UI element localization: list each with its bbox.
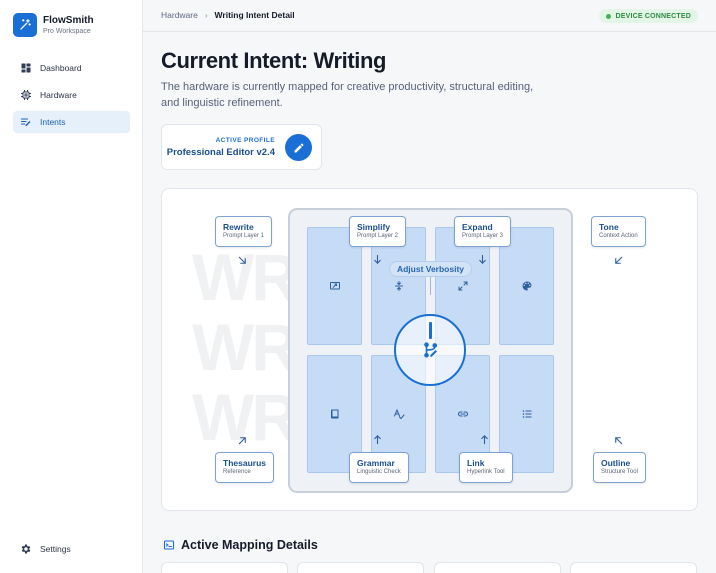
wand-icon: [13, 13, 37, 37]
terminal-icon: [163, 540, 175, 550]
mapping-card[interactable]: [297, 562, 424, 573]
brand-name: FlowSmith: [43, 14, 94, 26]
sidebar-item-label: Settings: [40, 544, 71, 554]
page-title: Current Intent: Writing: [161, 48, 387, 73]
status-label: DEVICE CONNECTED: [615, 12, 691, 20]
sidebar-item-intents[interactable]: Intents: [13, 111, 130, 133]
sidebar-item-dashboard[interactable]: Dashboard: [13, 57, 130, 79]
label-rewrite: Rewrite Prompt Layer 1: [215, 216, 273, 247]
sidebar-item-label: Dashboard: [40, 63, 82, 73]
page-description: The hardware is currently mapped for cre…: [161, 81, 534, 109]
arrow-up-right-icon: [238, 437, 246, 445]
sidebar: FlowSmith Pro Workspace Dashboard Hardwa…: [0, 0, 143, 573]
expand-icon: [458, 281, 467, 291]
verbosity-dial[interactable]: [394, 314, 466, 386]
brand[interactable]: FlowSmith Pro Workspace: [13, 13, 94, 37]
gear-icon: [21, 544, 31, 554]
label-tone: Tone Context Action: [591, 216, 646, 247]
arrow-up-icon: [374, 435, 381, 445]
profile-name: Professional Editor v2.4: [166, 147, 275, 158]
edit-profile-button[interactable]: [285, 134, 312, 161]
arrow-up-left-icon: [615, 437, 623, 445]
breadcrumb-separator: ›: [204, 10, 208, 20]
sidebar-item-settings[interactable]: Settings: [13, 538, 130, 560]
brand-subtitle: Pro Workspace: [43, 27, 91, 35]
watermark-text: WR: [192, 310, 299, 384]
breadcrumb-current: Writing Intent Detail: [214, 10, 295, 20]
mapping-card[interactable]: [570, 562, 697, 573]
device-panel: WR WR WR Adjust Verbosity Rewrite Prompt…: [161, 188, 698, 511]
dial-indicator: [429, 322, 432, 339]
label-expand: Expand Prompt Layer 3: [454, 216, 512, 247]
mapping-title-text: Active Mapping Details: [181, 538, 318, 552]
branch-edit-icon: [424, 342, 438, 358]
mapping-card[interactable]: [161, 562, 288, 573]
intents-icon: [20, 118, 31, 126]
status-dot: [606, 13, 612, 19]
arrow-up-icon: [481, 435, 488, 445]
format-line-spacing-icon: [394, 281, 403, 291]
pencil-icon: [294, 143, 303, 152]
list-icon: [522, 410, 531, 418]
book-icon: [330, 409, 338, 419]
mapping-section-title: Active Mapping Details: [163, 538, 318, 552]
label-simplify: Simplify Prompt Layer 2: [349, 216, 407, 247]
sidebar-item-hardware[interactable]: Hardware: [13, 84, 130, 106]
status-badge: DEVICE CONNECTED: [599, 9, 698, 23]
sidebar-nav: Dashboard Hardware Intents: [13, 57, 130, 138]
breadcrumb: Hardware › Writing Intent Detail: [161, 10, 295, 20]
dial-connector: [430, 277, 431, 295]
screen-share-icon: [329, 282, 340, 290]
arrow-down-left-icon: [615, 256, 623, 264]
active-profile-card: ACTIVE PROFILE Professional Editor v2.4: [161, 124, 322, 170]
sidebar-item-label: Intents: [40, 117, 66, 127]
label-link: Link Hyperlink Tool: [459, 452, 513, 483]
top-bar: Hardware › Writing Intent Detail DEVICE …: [143, 0, 716, 32]
arrow-down-icon: [479, 254, 486, 264]
label-grammar: Grammar Linguistic Check: [349, 452, 409, 483]
chip-icon: [21, 90, 31, 100]
arrow-down-right-icon: [238, 256, 246, 264]
label-outline: Outline Structure Tool: [593, 452, 646, 483]
profile-label: ACTIVE PROFILE: [215, 137, 275, 144]
adjust-verbosity-label: Adjust Verbosity: [389, 261, 472, 277]
label-thesaurus: Thesaurus Reference: [215, 452, 274, 483]
watermark-text: WR: [192, 240, 299, 314]
spellcheck-icon: [393, 408, 404, 420]
sidebar-item-label: Hardware: [40, 90, 77, 100]
arrow-down-icon: [374, 254, 381, 264]
breadcrumb-hardware[interactable]: Hardware: [161, 10, 198, 20]
mapping-card[interactable]: [434, 562, 561, 573]
dashboard-icon: [21, 63, 31, 73]
palette-icon: [522, 281, 531, 291]
link-icon: [457, 411, 468, 417]
